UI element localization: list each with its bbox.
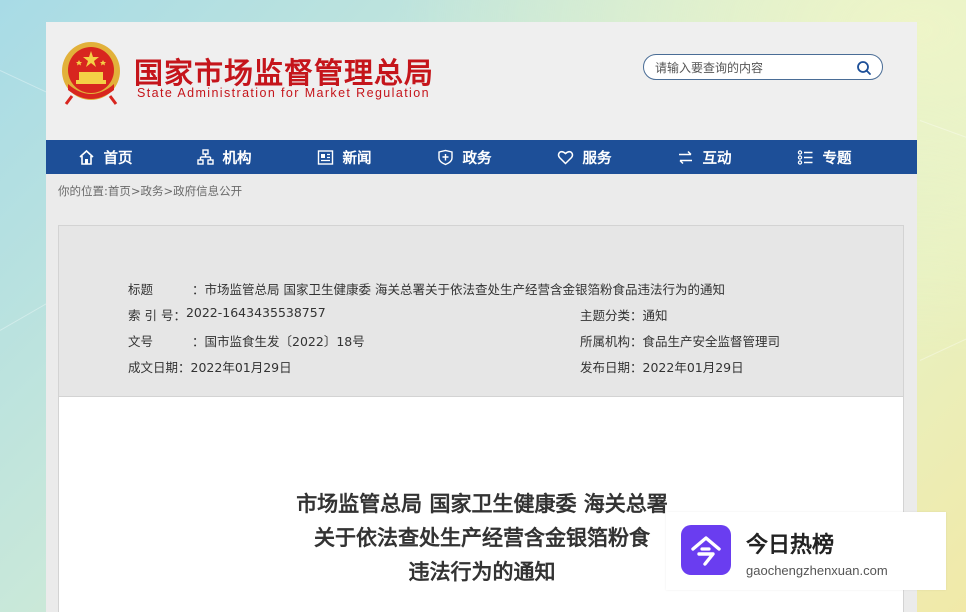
info-label-published-date: 发布日期： (580, 360, 643, 375)
document-info-panel: 标题：市场监管总局 国家卫生健康委 海关总署关于依法查处生产经营含金银箔粉食品违… (58, 225, 904, 397)
breadcrumb-link-home[interactable]: 首页 (108, 184, 131, 198)
site-header: 国家市场监督管理总局 State Administration for Mark… (46, 22, 917, 140)
watermark-url: gaochengzhenxuan.com (746, 563, 888, 578)
breadcrumb-separator: > (163, 184, 174, 198)
heart-icon (557, 150, 573, 165)
background-line (919, 120, 966, 142)
watermark-name: 今日热榜 (746, 533, 835, 558)
info-row-agency: 所属机构： 食品生产安全监督管理司 (580, 331, 780, 350)
national-emblem-icon[interactable] (60, 40, 122, 106)
info-row-published-date: 发布日期： 2022年01月29日 (580, 357, 744, 376)
watermark-glyph-icon (691, 536, 721, 566)
background-line (0, 300, 53, 331)
info-label-index: 索 引 号： (128, 308, 186, 323)
info-label-title: 标题 (128, 282, 154, 297)
nav-label: 专题 (822, 150, 852, 167)
info-row-docno: 文号：国市监食生发〔2022〕18号 (128, 331, 365, 350)
nav-item-topics[interactable]: 专题 (764, 140, 884, 174)
search-input[interactable] (653, 58, 852, 77)
info-value-docno: 国市监食生发〔2022〕18号 (204, 334, 365, 349)
nav-label: 政务 (462, 150, 492, 167)
breadcrumb-separator: > (130, 184, 141, 198)
info-value-category: 通知 (642, 308, 668, 323)
org-chart-icon (196, 148, 214, 165)
search-icon[interactable] (856, 60, 872, 76)
swap-arrows-icon (678, 150, 692, 164)
watermark-logo-icon (681, 525, 731, 575)
home-icon (78, 149, 94, 165)
watermark-badge[interactable]: 今日热榜 gaochengzhenxuan.com (666, 512, 946, 590)
info-value-title: 市场监管总局 国家卫生健康委 海关总署关于依法查处生产经营含金银箔粉食品违法行为… (204, 282, 725, 297)
info-label-written-date: 成文日期： (128, 360, 191, 375)
nav-label: 机构 (222, 150, 252, 167)
breadcrumb-link-info[interactable]: 政府信息公开 (173, 184, 242, 198)
nav-item-home[interactable]: 首页 (46, 140, 164, 174)
info-value-index: 2022-1643435538757 (185, 305, 326, 320)
info-row-index: 索 引 号： 2022-1643435538757 (128, 305, 326, 324)
info-value-published-date: 2022年01月29日 (642, 360, 744, 375)
nav-item-news[interactable]: 新闻 (284, 140, 404, 174)
info-row-title: 标题：市场监管总局 国家卫生健康委 海关总署关于依法查处生产经营含金银箔粉食品违… (128, 279, 725, 298)
nav-label: 首页 (103, 150, 133, 167)
background-line (919, 334, 966, 361)
newspaper-icon (317, 149, 333, 165)
list-icon (797, 149, 812, 165)
nav-label: 服务 (582, 150, 612, 167)
nav-item-organization[interactable]: 机构 (164, 140, 284, 174)
info-row-category: 主题分类： 通知 (580, 305, 668, 324)
info-label-category: 主题分类： (580, 308, 643, 323)
nav-item-interaction[interactable]: 互动 (644, 140, 764, 174)
breadcrumb-prefix: 你的位置: (58, 184, 108, 198)
info-value-agency: 食品生产安全监督管理司 (642, 334, 781, 349)
shield-icon (437, 149, 453, 165)
info-value-written-date: 2022年01月29日 (190, 360, 292, 375)
main-nav: 首页 机构 新闻 政务 服务 互动 专题 (46, 140, 917, 174)
nav-label: 新闻 (342, 150, 372, 167)
info-label-docno: 文号 (128, 334, 154, 349)
nav-item-services[interactable]: 服务 (524, 140, 644, 174)
search-box (643, 54, 883, 80)
info-label-agency: 所属机构： (580, 334, 643, 349)
breadcrumb: 你的位置:首页>政务>政府信息公开 (58, 183, 242, 199)
site-logo-english[interactable]: State Administration for Market Regulati… (137, 86, 430, 100)
nav-label: 互动 (702, 150, 732, 167)
info-row-written-date: 成文日期： 2022年01月29日 (128, 357, 292, 376)
nav-item-government-affairs[interactable]: 政务 (404, 140, 524, 174)
breadcrumb-link-affairs[interactable]: 政务 (141, 184, 164, 198)
